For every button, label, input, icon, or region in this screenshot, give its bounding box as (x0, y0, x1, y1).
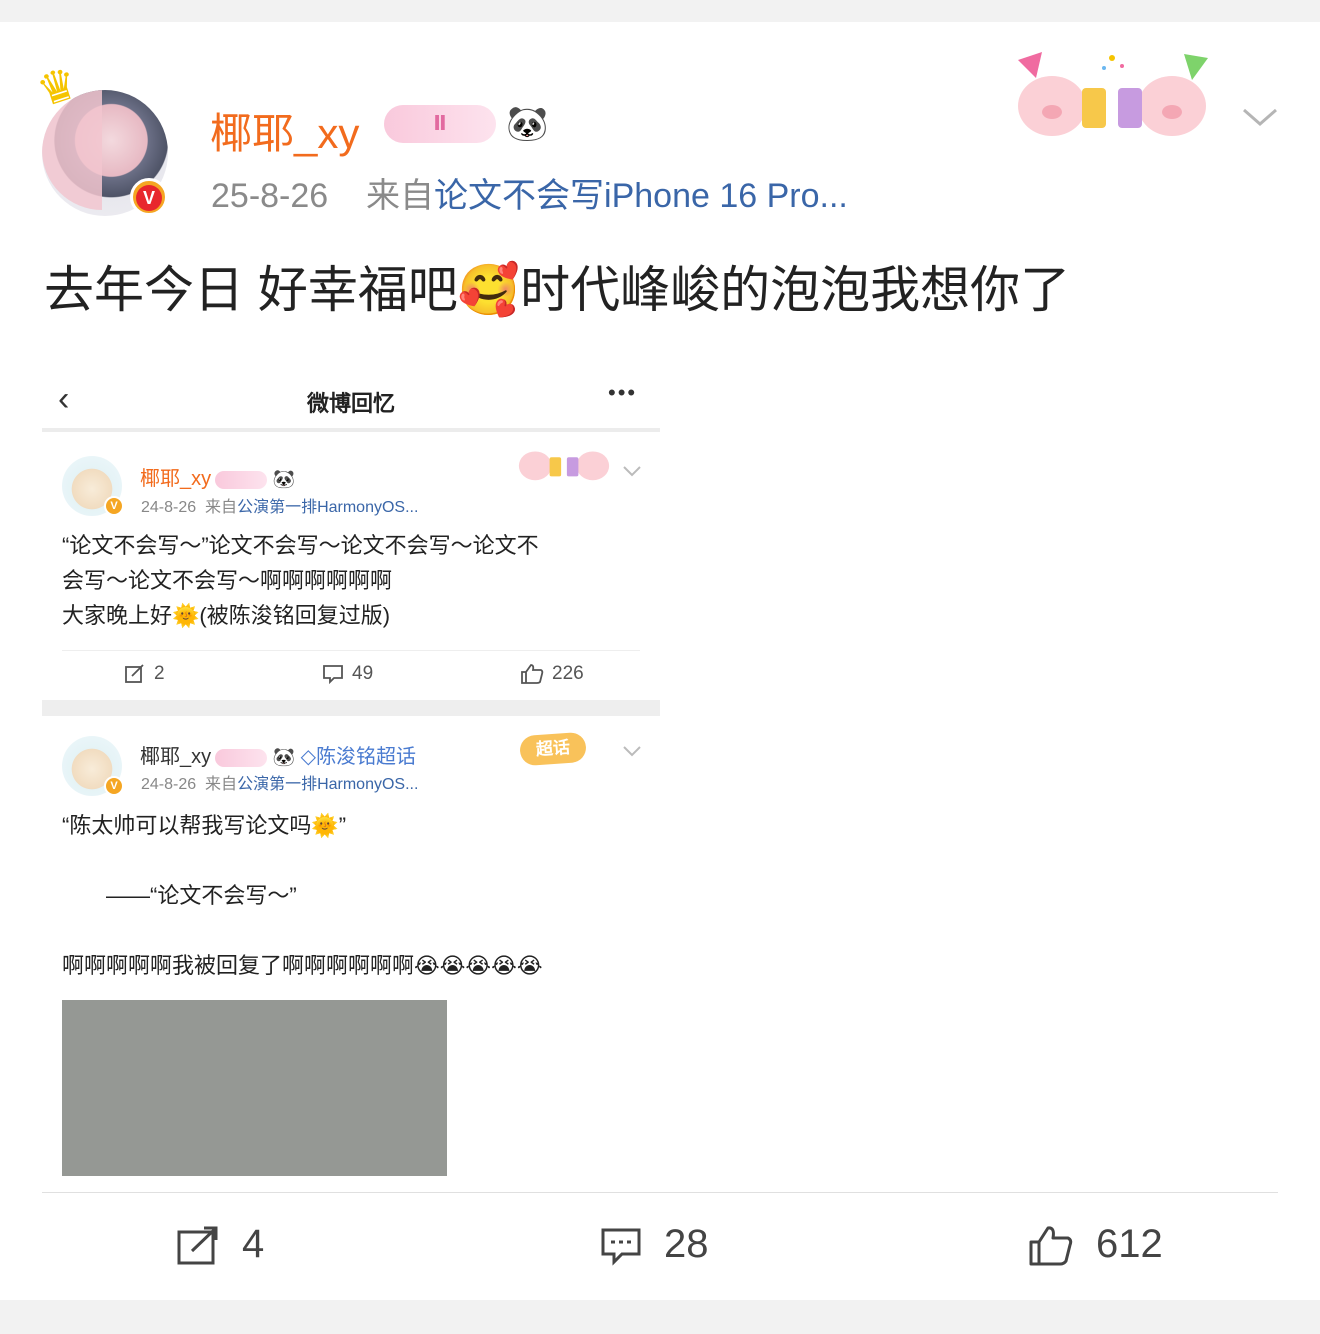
chevron-down-icon[interactable] (1240, 102, 1280, 132)
author-name[interactable]: 椰耶_xy (210, 100, 359, 161)
screenshot-post2-name: 椰耶_xy 🐼 ◇陈浚铭超话 (140, 746, 417, 768)
post-text-part2: 时代峰峻的泡泡我想你了 (520, 262, 1071, 318)
screenshot-post2-avatar: V (62, 736, 124, 796)
divider (42, 1192, 1278, 1193)
post-source[interactable]: 论文不会写iPhone 16 Pro... (434, 177, 848, 215)
post-meta: 25-8-26 来自论文不会写iPhone 16 Pro... (211, 168, 848, 217)
from-label: 来自 (366, 177, 435, 215)
screenshot-post1-meta: 24-8-26 来自公演第一排HarmonyOS... (141, 499, 419, 516)
redacted-image (62, 1000, 447, 1176)
crown-icon: ♛ (31, 58, 84, 117)
weibo-post-card: ♛ V 椰耶_xy Ⅱ 🐼 25-8-26 来自论文不会写iPhone 16 P… (0, 22, 1320, 1300)
post-text: 去年今日 好幸福吧🥰时代峰峻的泡泡我想你了 (44, 250, 1070, 322)
screenshot-post2-meta: 24-8-26 来自公演第一排HarmonyOS... (141, 776, 419, 793)
verified-badge-icon: V (130, 178, 168, 216)
screenshot-post1-avatar: V (62, 456, 124, 516)
chevron-down-icon (623, 466, 641, 477)
like-button[interactable]: 612 (1028, 1222, 1163, 1267)
screenshot-separator (42, 700, 660, 716)
comment-button[interactable]: 28 (600, 1222, 709, 1267)
screenshot-post2-line3: 啊啊啊啊啊我被回复了啊啊啊啊啊啊😭😭😭😭😭 (62, 953, 543, 978)
screenshot-post1-text: “论文不会写～”论文不会写～论文不会写～论文不 会写～论文不会写～啊啊啊啊啊啊 … (62, 533, 539, 628)
repost-icon (177, 1226, 218, 1265)
panda-icon: 🐼 (506, 105, 549, 143)
more-dots-icon: ••• (608, 380, 638, 405)
screenshot-title: 微博回忆 (306, 391, 395, 416)
member-badge-icon (215, 470, 268, 489)
screenshot-post1-actions: 2 49 226 (62, 650, 640, 700)
member-badge-icon (215, 748, 268, 767)
thumbs-up-icon (1029, 1226, 1073, 1266)
repost-count: 4 (242, 1222, 265, 1266)
panda-icon: 🐼 (272, 469, 296, 490)
screenshot-repost-count: 2 (124, 663, 165, 685)
screenshot-post2-line1: “陈太帅可以帮我写论文吗🌞” (62, 813, 347, 838)
thumbs-up-icon (521, 664, 544, 684)
diamond-icon: ◇ (300, 746, 317, 768)
post-date: 25-8-26 (211, 177, 329, 215)
post-text-part1: 去年今日 好幸福吧 (44, 262, 458, 318)
attached-screenshot-image[interactable]: ‹ 微博回忆 ••• V 椰耶_xy 🐼 24-8-26 来自公演第一排Harm… (42, 362, 660, 1192)
smiling-hearts-emoji-icon: 🥰 (457, 262, 521, 318)
repost-button[interactable]: 4 (176, 1222, 264, 1267)
pig-cheers-sticker-icon (1018, 52, 1208, 136)
pig-cheers-sticker-icon (518, 451, 610, 481)
screenshot-post1-name: 椰耶_xy 🐼 (140, 468, 296, 490)
panda-icon: 🐼 (272, 747, 296, 768)
screenshot-like-count: 226 (520, 663, 584, 685)
repost-icon (125, 664, 144, 683)
comment-icon (323, 665, 343, 685)
screenshot-navbar: ‹ 微博回忆 ••• (42, 362, 660, 432)
screenshot-comment-count: 49 (322, 663, 373, 685)
supertopic-tag: 超话 (519, 731, 587, 767)
comment-icon (601, 1228, 641, 1267)
member-level-badge[interactable]: Ⅱ (384, 105, 496, 143)
screenshot-post2-line2: ——“论文不会写～” (106, 883, 297, 908)
author-avatar-group[interactable]: ♛ V (31, 58, 176, 216)
chevron-down-icon (623, 746, 641, 757)
like-count: 612 (1096, 1222, 1163, 1266)
comment-count: 28 (664, 1222, 709, 1266)
